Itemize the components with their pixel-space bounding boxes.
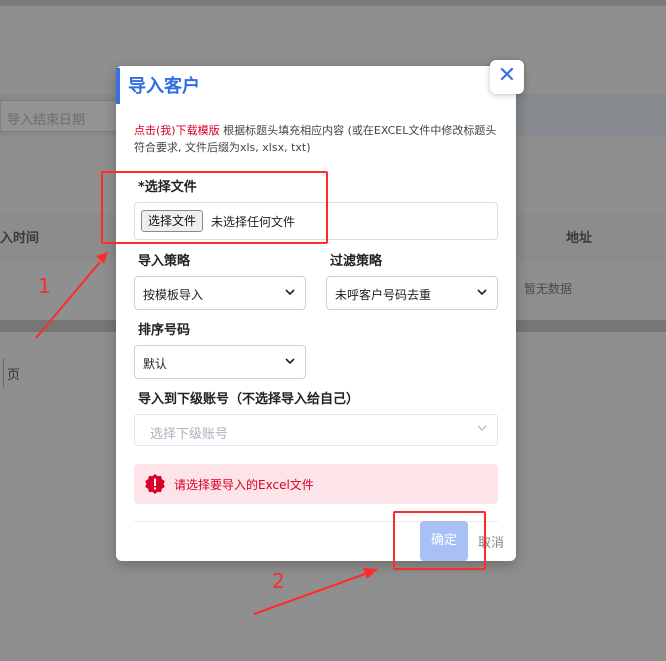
file-status-text: 未选择任何文件 [211, 215, 296, 229]
import-strategy-label: 导入策略 [138, 254, 191, 269]
dialog-header: 导入客户 [116, 66, 516, 104]
error-badge-icon [145, 474, 165, 494]
confirm-button[interactable]: 确定 [420, 521, 468, 561]
close-button[interactable]: ✕ [490, 60, 524, 94]
import-customers-dialog: 导入客户 ✕ 点击(我)下载模版 根据标题头填充相应内容 (或在EXCEL文件中… [116, 60, 524, 561]
chevron-down-icon [285, 289, 295, 296]
file-input[interactable]: 选择文件 未选择任何文件 [134, 202, 498, 240]
sub-account-placeholder: 选择下级账号 [150, 427, 229, 442]
chevron-down-icon [285, 358, 295, 365]
filter-strategy-select[interactable]: 未呼客户号码去重 [326, 276, 498, 310]
sub-account-label: 导入到下级账号（不选择导入给自己） [138, 392, 360, 407]
sort-number-select[interactable]: 默认 [134, 345, 306, 379]
sub-account-select[interactable]: 选择下级账号 [134, 414, 498, 446]
template-hint: 点击(我)下载模版 根据标题头填充相应内容 (或在EXCEL文件中修改标题头符合… [134, 122, 504, 156]
column-header-import-time: 入时间 [0, 231, 40, 246]
import-strategy-value: 按模板导入 [143, 288, 204, 302]
import-strategy-select[interactable]: 按模板导入 [134, 276, 306, 310]
page-number-input[interactable] [0, 358, 4, 388]
error-alert-text: 请选择要导入的Excel文件 [174, 478, 314, 492]
cancel-button[interactable]: 取消 [478, 532, 504, 551]
download-template-link[interactable]: 点击(我)下载模版 [134, 124, 220, 137]
column-header-address: 地址 [566, 231, 593, 246]
close-icon: ✕ [497, 63, 517, 88]
chevron-down-icon [477, 289, 487, 296]
sort-number-value: 默认 [143, 357, 168, 371]
filter-strategy-value: 未呼客户号码去重 [335, 288, 432, 302]
empty-table-text: 暂无数据 [524, 282, 573, 296]
filter-strategy-label: 过滤策略 [330, 254, 383, 269]
error-alert: 请选择要导入的Excel文件 [134, 464, 498, 504]
file-label: *选择文件 [138, 180, 197, 195]
choose-file-button[interactable]: 选择文件 [141, 210, 204, 232]
chevron-down-icon [477, 425, 487, 431]
page-label: 页 [7, 368, 21, 383]
dialog-title: 导入客户 [128, 76, 200, 97]
background-top-bar [0, 0, 666, 6]
sort-number-label: 排序号码 [138, 323, 191, 338]
annotation-number-2: 2 [272, 569, 285, 593]
annotation-number-1: 1 [38, 274, 51, 298]
end-date-placeholder: 导入结束日期 [7, 113, 86, 128]
title-accent-bar [116, 68, 120, 104]
